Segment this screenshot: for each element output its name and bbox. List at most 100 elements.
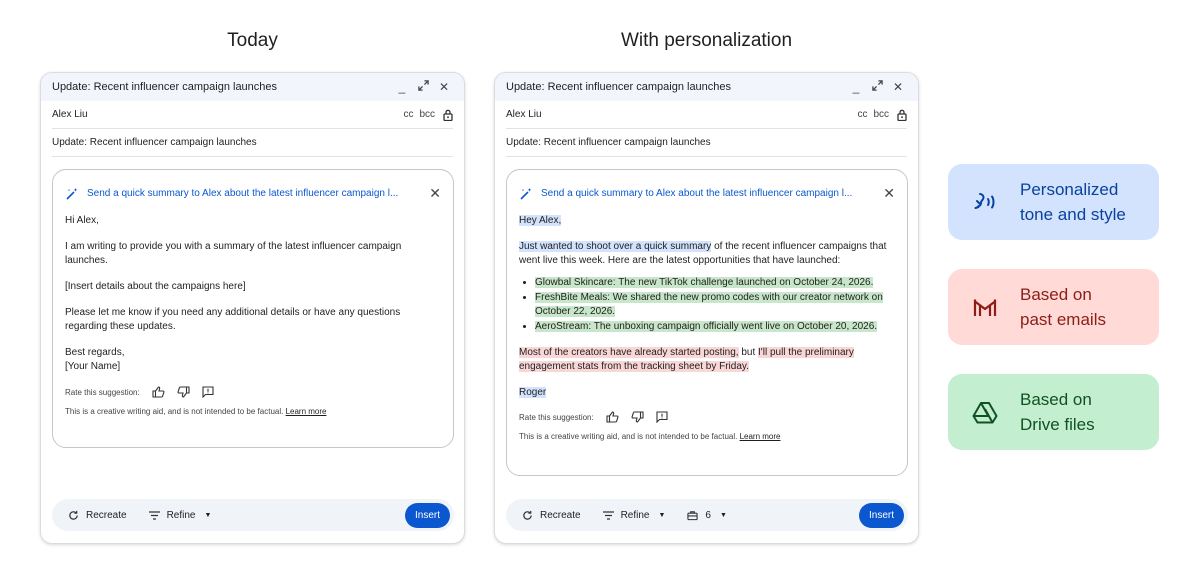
sources-button[interactable]: 6 ▼ [687, 510, 727, 521]
recreate-button[interactable]: Recreate [68, 510, 127, 521]
thumbs-down-icon[interactable] [177, 386, 190, 398]
feature-drive-files: Based on Drive files [948, 374, 1159, 450]
chevron-down-icon: ▼ [204, 511, 212, 519]
compose-titlebar: Update: Recent influencer campaign launc… [41, 73, 464, 101]
to-field[interactable]: Alex Liu cc bcc [52, 101, 453, 129]
heading-today: Today [227, 30, 278, 51]
learn-more-link[interactable]: Learn more [740, 432, 781, 441]
subject-text: Update: Recent influencer campaign launc… [506, 137, 711, 148]
recreate-label: Recreate [86, 509, 127, 521]
bottom-toolbar: Recreate Refine ▼ Insert [52, 499, 454, 531]
learn-more-link[interactable]: Learn more [286, 407, 327, 416]
thumbs-up-icon[interactable] [152, 386, 165, 398]
refresh-icon [69, 510, 78, 520]
filter-icon [148, 510, 160, 520]
signature: [Your Name] [65, 361, 121, 372]
to-field[interactable]: Alex Liu cc bcc [506, 101, 907, 129]
feature-label: Based on Drive files [1020, 387, 1095, 437]
draft-body: Hey Alex, Just wanted to shoot over a qu… [507, 214, 907, 400]
feature-line-2: tone and style [1020, 205, 1126, 224]
compose-titlebar: Update: Recent influencer campaign launc… [495, 73, 918, 101]
prompt-text[interactable]: Send a quick summary to Alex about the l… [541, 188, 869, 199]
recipient: Alex Liu [506, 109, 542, 120]
paragraph-2: [Insert details about the campaigns here… [65, 281, 246, 292]
heading-personalized: With personalization [620, 30, 793, 51]
refine-label: Refine [166, 509, 196, 521]
suggestion-card: Send a quick summary to Alex about the l… [506, 169, 908, 476]
paragraph-3: Please let me know if you need any addit… [65, 307, 401, 332]
insert-button[interactable]: Insert [404, 502, 450, 528]
magic-wand-icon [66, 187, 78, 200]
cc-button[interactable]: cc [857, 109, 867, 120]
greeting-highlight: Hey Alex, [519, 215, 562, 226]
drive-icon [970, 397, 1000, 427]
refine-label: Refine [620, 509, 650, 521]
feature-line-2: past emails [1020, 310, 1106, 329]
draft-body: Hi Alex, I am writing to provide you wit… [53, 214, 453, 374]
disclaimer-text: This is a creative writing aid, and is n… [65, 407, 284, 416]
thumbs-up-icon[interactable] [606, 411, 619, 423]
refine-button[interactable]: Refine ▼ [602, 509, 666, 521]
bcc-button[interactable]: bcc [873, 109, 889, 120]
email-highlight: Most of the creators have already starte… [519, 347, 739, 358]
subject-field[interactable]: Update: Recent influencer campaign launc… [506, 129, 907, 157]
greeting: Hi Alex, [65, 215, 99, 226]
paragraph-1: I am writing to provide you with a summa… [65, 241, 402, 266]
report-icon[interactable] [202, 386, 214, 398]
disclaimer: This is a creative writing aid, and is n… [53, 407, 453, 416]
expand-icon[interactable] [414, 80, 432, 94]
rate-label: Rate this suggestion: [65, 387, 140, 397]
greeting: Hey Alex, [519, 214, 895, 228]
thumbs-down-icon[interactable] [631, 411, 644, 423]
feature-line-1: Personalized [1020, 180, 1119, 199]
signoff: Best regards, [65, 347, 125, 358]
refresh-icon [523, 510, 532, 520]
lock-icon[interactable] [897, 109, 907, 121]
feature-line-2: Drive files [1020, 415, 1095, 434]
paragraph-1: Just wanted to shoot over a quick summar… [519, 240, 895, 268]
list-item: AeroStream: The unboxing campaign offici… [535, 320, 895, 334]
prompt-row: Send a quick summary to Alex about the l… [53, 170, 453, 202]
insert-button[interactable]: Insert [858, 502, 904, 528]
feature-past-emails: Based on past emails [948, 269, 1159, 345]
feature-line-1: Based on [1020, 285, 1092, 304]
recreate-button[interactable]: Recreate [522, 510, 581, 521]
magic-wand-icon [520, 187, 532, 200]
sources-count: 6 [705, 509, 711, 521]
refine-button[interactable]: Refine ▼ [148, 509, 212, 521]
feature-line-1: Based on [1020, 390, 1092, 409]
minimize-icon[interactable]: _ [847, 80, 865, 94]
close-icon[interactable]: ✕ [435, 80, 453, 94]
minimize-icon[interactable]: _ [393, 80, 411, 94]
tone-highlight: Just wanted to shoot over a quick summar… [519, 241, 712, 252]
compose-title: Update: Recent influencer campaign launc… [52, 81, 278, 93]
list-item: FreshBite Meals: We shared the new promo… [535, 291, 895, 319]
recreate-label: Recreate [540, 509, 581, 521]
briefcase-icon [687, 510, 699, 520]
prompt-row: Send a quick summary to Alex about the l… [507, 170, 907, 202]
feature-personalized-tone: Personalized tone and style [948, 164, 1159, 240]
bottom-toolbar: Recreate Refine ▼ 6 ▼ Insert [506, 499, 908, 531]
close-icon[interactable]: ✕ [889, 80, 907, 94]
gmail-icon [970, 292, 1000, 322]
chevron-down-icon: ▼ [719, 511, 727, 519]
close-suggestion-icon[interactable]: ✕ [883, 185, 895, 202]
campaign-list: Glowbal Skincare: The new TikTok challen… [519, 276, 895, 334]
voice-icon [970, 187, 1000, 217]
close-suggestion-icon[interactable]: ✕ [429, 185, 441, 202]
cc-button[interactable]: cc [403, 109, 413, 120]
lock-icon[interactable] [443, 109, 453, 121]
paragraph-2-mid: but [738, 347, 759, 358]
compose-window-personalized: Update: Recent influencer campaign launc… [494, 72, 919, 544]
report-icon[interactable] [656, 411, 668, 423]
drive-highlight: Glowbal Skincare: The new TikTok challen… [535, 277, 874, 288]
bcc-button[interactable]: bcc [419, 109, 435, 120]
drive-highlight: AeroStream: The unboxing campaign offici… [535, 321, 878, 332]
chevron-down-icon: ▼ [658, 511, 666, 519]
expand-icon[interactable] [868, 80, 886, 94]
list-item: Glowbal Skincare: The new TikTok challen… [535, 276, 895, 290]
signature-highlight: Roger [519, 387, 547, 398]
prompt-text[interactable]: Send a quick summary to Alex about the l… [87, 188, 415, 199]
subject-field[interactable]: Update: Recent influencer campaign launc… [52, 129, 453, 157]
paragraph-2: Most of the creators have already starte… [519, 346, 895, 374]
